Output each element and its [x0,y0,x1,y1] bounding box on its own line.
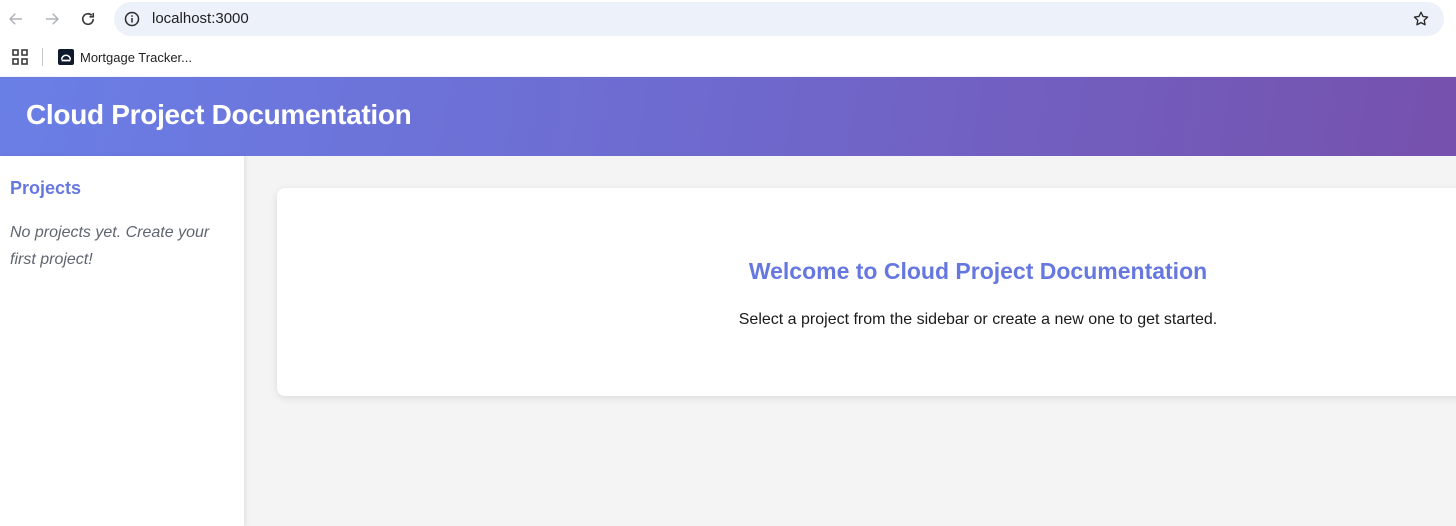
bookmarks-divider [42,48,43,66]
info-icon[interactable] [124,11,140,27]
address-bar[interactable]: localhost:3000 [114,2,1444,36]
app-title: Cloud Project Documentation [26,99,412,130]
sidebar: Projects No projects yet. Create your fi… [0,156,244,526]
url-text[interactable]: localhost:3000 [152,10,249,27]
back-button[interactable] [4,7,28,31]
welcome-card: Welcome to Cloud Project Documentation S… [277,188,1456,396]
reload-button[interactable] [76,7,100,31]
reload-icon [81,12,95,26]
bookmark-label: Mortgage Tracker... [80,49,192,65]
arrow-right-icon [46,13,60,25]
app-header: Cloud Project Documentation [0,77,1456,156]
arrow-left-icon [8,13,22,25]
welcome-text: Select a project from the sidebar or cre… [738,311,1218,328]
sidebar-empty-message: No projects yet. Create your first proje… [10,224,210,268]
welcome-title: Welcome to Cloud Project Documentation [748,258,1208,284]
bookmarks-bar: Mortgage Tracker... [0,38,1456,76]
bookmark-item[interactable]: Mortgage Tracker... [58,47,192,67]
browser-toolbar: localhost:3000 [0,0,1456,38]
star-icon[interactable] [1412,10,1430,28]
forward-button[interactable] [40,7,64,31]
sidebar-title: Projects [10,178,82,198]
apps-grid-icon[interactable] [12,49,28,65]
bookmark-favicon-icon [58,49,74,65]
